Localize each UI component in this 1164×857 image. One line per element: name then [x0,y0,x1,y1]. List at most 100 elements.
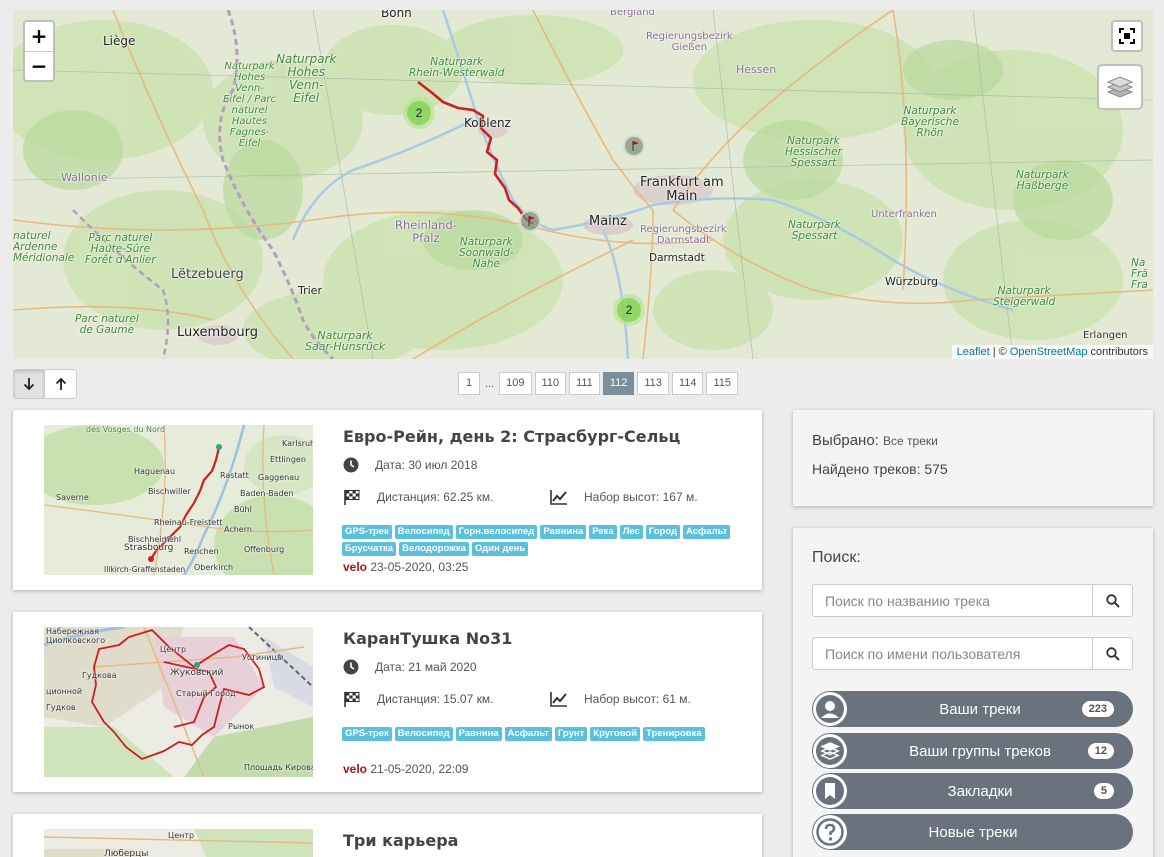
osm-link[interactable]: OpenStreetMap [1010,346,1088,358]
user-search-input[interactable] [812,637,1093,670]
track-tags: GPS-трек Велосипед Горн.велосипед Равнин… [342,525,742,559]
search-heading: Поиск: [812,549,861,566]
map-label-hess-spessart: Naturpark Hessischer Spessart [785,135,842,169]
my-track-groups-button[interactable]: Ваши группы треков 12 [812,733,1133,769]
map-label-rheinland-pfalz: Rheinland- Pfalz [395,218,457,245]
thumb-label: Illkirch-Graffenstaden [104,565,186,574]
track-title[interactable]: Евро-Рейн, день 2: Страсбург-Сельц [343,427,680,446]
page-link[interactable]: 114 [671,372,704,395]
my-tracks-button[interactable]: Ваши треки 223 [812,691,1133,727]
thumb-label: Oberkirch [194,563,234,572]
map-label-frankfurt: Frankfurt am Main [640,175,724,204]
page-link[interactable]: 1 [458,372,480,395]
map-track-marker[interactable] [623,135,645,157]
track-title[interactable]: Три карьера [343,831,458,850]
search-icon [1105,593,1120,608]
tag-badge[interactable]: Тренировка [643,727,705,741]
search-panel: Поиск: Ваши треки 223 Ваши группы треков… [793,528,1153,857]
tag-badge[interactable]: Равнина [455,727,502,741]
tag-badge[interactable]: Брусчатка [342,542,397,556]
thumb-label: Люберцы [104,849,149,857]
sort-buttons [13,369,77,399]
track-title[interactable]: КаранТушка No31 [343,629,512,648]
new-tracks-button[interactable]: Новые треки [812,814,1133,850]
sort-asc-button[interactable] [45,369,77,399]
page-link[interactable]: 113 [637,372,669,395]
my-track-groups-count: 12 [1087,743,1114,759]
layers-icon [813,734,847,768]
chart-line-icon [550,490,567,505]
thumb-label: Ettlingen [270,455,306,464]
user-search-button[interactable] [1093,637,1133,670]
map-label-luxembourg: Luxembourg [177,325,259,340]
track-distance: Дистанция: 62.25 км. [343,489,493,505]
page-link[interactable]: 109 [499,372,532,395]
page-link-current[interactable]: 112 [602,372,635,395]
leaflet-link[interactable]: Leaflet [957,346,990,358]
tag-badge[interactable]: Город [645,525,681,539]
tag-badge[interactable]: Равнина [540,525,587,539]
selection-panel: Выбрано: Все треки Найдено треков: 575 [793,410,1153,506]
track-thumbnail[interactable]: Набережная Циолковского Центр Жуковский … [44,627,313,777]
tag-badge[interactable]: Велосипед [394,525,453,539]
tag-badge[interactable]: Горн.велосипед [455,525,538,539]
bookmarks-button[interactable]: Закладки 5 [812,773,1133,809]
tag-badge[interactable]: Круговой [590,727,641,741]
tag-badge[interactable]: Один день [471,542,529,556]
page-link[interactable]: 111 [569,372,600,395]
thumb-label: Rastatt [220,471,249,480]
author-link[interactable]: velo [343,560,367,574]
tag-badge[interactable]: Лес [619,525,643,539]
tag-badge[interactable]: GPS-трек [342,525,392,539]
tag-badge[interactable]: Велосипед [394,727,453,741]
map-label-bergland: Bergland [610,10,655,18]
track-search-input[interactable] [812,584,1093,617]
map-track-marker[interactable] [519,210,541,232]
tag-badge[interactable]: Асфальт [504,727,552,741]
thumb-label: ционной [46,687,83,696]
tag-badge[interactable]: Грунт [554,727,588,741]
map-label-bonn: Bonn [381,10,412,20]
zoom-in-button[interactable]: + [25,22,53,51]
map-label-haute-sure: Parc naturel Haute-Sûre Forêt d'Anlier [85,232,156,266]
author-link[interactable]: velo [343,762,367,776]
map-label-rhein-westerwald: Naturpark Rhein-Westerwald [409,56,505,79]
sort-desc-button[interactable] [13,369,45,399]
track-author: velo 21-05-2020, 22:09 [343,762,469,776]
layers-button[interactable] [1097,64,1143,110]
thumb-label: Offenburg [244,545,285,554]
map-label-spessart: Naturpark Spessart [788,219,841,242]
map-cluster[interactable]: 2 [403,97,435,129]
map-attribution: Leaflet | © OpenStreetMap contributors [951,345,1153,359]
thumb-label: Karlsruhe [282,439,313,448]
map-cluster[interactable]: 2 [613,294,645,326]
track-map[interactable]: Bonn Bergland Liège Naturpark Rhein-West… [13,10,1153,359]
track-search-button[interactable] [1093,584,1133,617]
thumb-label: Жуковский [170,668,224,678]
tag-badge[interactable]: Велодорожка [399,542,469,556]
zoom-out-button[interactable]: − [25,51,53,80]
fullscreen-button[interactable] [1111,20,1143,52]
thumb-label: Старый Город [176,689,236,698]
map-label-darmstadt: Darmstadt [649,252,705,264]
tag-badge[interactable]: GPS-трек [342,727,392,741]
new-tracks-label: Новые треки [928,823,1018,841]
track-date: Дата: 21 май 2020 [343,659,477,675]
thumb-label: Площадь Кирова [244,763,313,772]
page-link[interactable]: 115 [706,372,738,395]
thumb-label: Набережная Циолковского [46,627,106,645]
bookmarks-count: 5 [1093,783,1114,799]
track-thumbnail[interactable]: Центр Люберцы [44,829,313,857]
track-card: Центр Люберцы Три карьера [13,814,762,857]
arrow-down-icon [23,378,35,391]
map-label-bayer-rhon: Naturpark Bayerische Rhön [901,105,959,139]
tag-badge[interactable]: Асфальт [683,525,731,539]
track-thumbnail[interactable]: des Vosges du Nord Haguenau Bischwiller … [44,425,313,575]
thumb-label: Renchen [184,547,219,556]
tag-badge[interactable]: Река [589,525,617,539]
zoom-control: + − [23,20,55,82]
track-card: Набережная Циолковского Центр Жуковский … [13,612,762,792]
thumb-label: Saverne [56,493,89,502]
flag-icon [632,141,639,151]
page-link[interactable]: 110 [534,372,567,395]
